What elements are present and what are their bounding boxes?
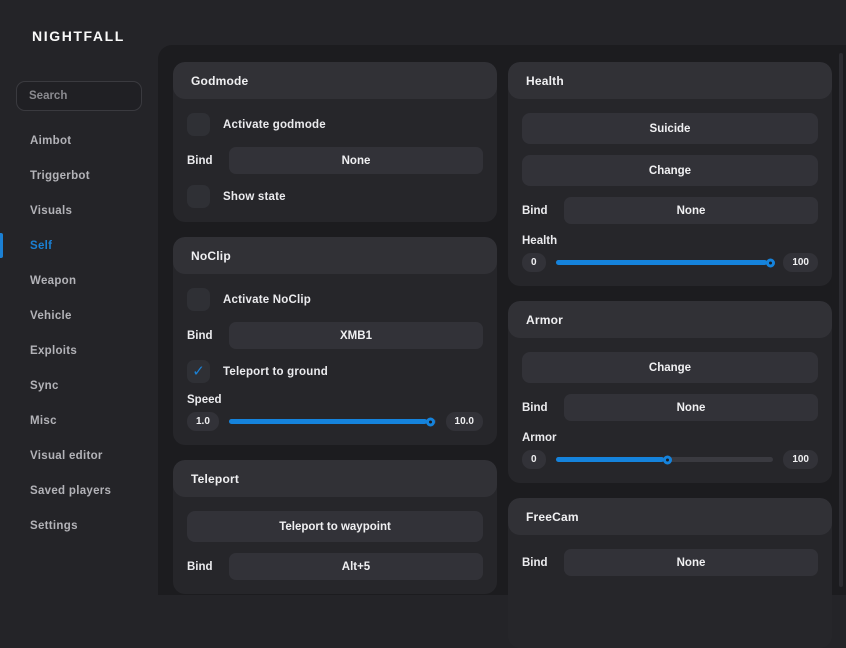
teleport-to-ground-checkbox[interactable]: ✓ [187, 360, 210, 383]
suicide-button[interactable]: Suicide [522, 113, 818, 144]
godmode-bind-button[interactable]: None [229, 147, 483, 174]
check-icon: ✓ [192, 364, 205, 379]
health-card: Health Suicide Change Bind None Health 0 [508, 62, 832, 286]
slider-max-value: 100 [783, 450, 818, 469]
bind-label: Bind [187, 330, 217, 342]
slider-min-value: 0 [522, 253, 546, 272]
teleport-bind-button[interactable]: Alt+5 [229, 553, 483, 580]
armor-slider-label: Armor [522, 432, 818, 444]
activate-godmode-checkbox-row[interactable]: ✓ Activate godmode [187, 113, 483, 136]
teleport-to-ground-checkbox-row[interactable]: ✓ Teleport to ground [187, 360, 483, 383]
freecam-bind-button[interactable]: None [564, 549, 818, 576]
slider-min-value: 0 [522, 450, 546, 469]
sidebar-item-exploits[interactable]: Exploits [0, 333, 158, 368]
slider-handle[interactable] [766, 258, 775, 267]
noclip-card-title: NoClip [173, 237, 497, 274]
freecam-card: FreeCam Bind None [508, 498, 832, 648]
sidebar-item-visuals[interactable]: Visuals [0, 193, 158, 228]
teleport-card: Teleport Teleport to waypoint Bind Alt+5 [173, 460, 497, 594]
activate-godmode-checkbox[interactable]: ✓ [187, 113, 210, 136]
speed-slider-track[interactable] [229, 419, 436, 424]
speed-slider-label: Speed [187, 394, 483, 406]
armor-slider[interactable]: 0 100 [522, 450, 818, 469]
armor-card: Armor Change Bind None Armor 0 [508, 301, 832, 483]
health-change-button[interactable]: Change [522, 155, 818, 186]
sidebar: NIGHTFALL Aimbot Triggerbot Visuals Self… [0, 0, 158, 595]
armor-bind-button[interactable]: None [564, 394, 818, 421]
godmode-card-title: Godmode [173, 62, 497, 99]
teleport-card-title: Teleport [173, 460, 497, 497]
slider-max-value: 100 [783, 253, 818, 272]
bind-label: Bind [522, 205, 552, 217]
checkbox-label: Teleport to ground [223, 366, 328, 378]
main-panel: Godmode ✓ Activate godmode Bind None ✓ S… [158, 45, 846, 595]
sidebar-item-settings[interactable]: Settings [0, 508, 158, 543]
checkbox-label: Activate NoClip [223, 294, 311, 306]
noclip-card: NoClip ✓ Activate NoClip Bind XMB1 ✓ Tel… [173, 237, 497, 445]
slider-handle[interactable] [663, 455, 672, 464]
health-slider-track[interactable] [556, 260, 774, 265]
search-box [16, 81, 142, 111]
show-state-checkbox[interactable]: ✓ [187, 185, 210, 208]
bind-label: Bind [522, 402, 552, 414]
search-input[interactable] [16, 81, 142, 111]
armor-slider-track[interactable] [556, 457, 774, 462]
speed-slider[interactable]: 1.0 10.0 [187, 412, 483, 431]
sidebar-item-aimbot[interactable]: Aimbot [0, 123, 158, 158]
slider-min-value: 1.0 [187, 412, 219, 431]
bind-label: Bind [522, 557, 552, 569]
sidebar-item-visual-editor[interactable]: Visual editor [0, 438, 158, 473]
health-bind-button[interactable]: None [564, 197, 818, 224]
health-card-title: Health [508, 62, 832, 99]
sidebar-item-weapon[interactable]: Weapon [0, 263, 158, 298]
right-column: Health Suicide Change Bind None Health 0 [508, 62, 832, 648]
health-slider[interactable]: 0 100 [522, 253, 818, 272]
bind-label: Bind [187, 561, 217, 573]
activate-noclip-checkbox[interactable]: ✓ [187, 288, 210, 311]
sidebar-item-saved-players[interactable]: Saved players [0, 473, 158, 508]
activate-noclip-checkbox-row[interactable]: ✓ Activate NoClip [187, 288, 483, 311]
show-state-checkbox-row[interactable]: ✓ Show state [187, 185, 483, 208]
sidebar-nav: Aimbot Triggerbot Visuals Self Weapon Ve… [0, 123, 158, 543]
health-slider-label: Health [522, 235, 818, 247]
sidebar-item-vehicle[interactable]: Vehicle [0, 298, 158, 333]
sidebar-item-self[interactable]: Self [0, 228, 158, 263]
sidebar-item-sync[interactable]: Sync [0, 368, 158, 403]
freecam-card-title: FreeCam [508, 498, 832, 535]
godmode-card: Godmode ✓ Activate godmode Bind None ✓ S… [173, 62, 497, 222]
bind-label: Bind [187, 155, 217, 167]
left-column: Godmode ✓ Activate godmode Bind None ✓ S… [173, 62, 497, 648]
slider-max-value: 10.0 [446, 412, 483, 431]
app-title: NIGHTFALL [0, 0, 158, 44]
armor-card-title: Armor [508, 301, 832, 338]
sidebar-item-triggerbot[interactable]: Triggerbot [0, 158, 158, 193]
sidebar-item-misc[interactable]: Misc [0, 403, 158, 438]
teleport-to-waypoint-button[interactable]: Teleport to waypoint [187, 511, 483, 542]
scrollbar[interactable] [839, 53, 843, 587]
noclip-bind-button[interactable]: XMB1 [229, 322, 483, 349]
checkbox-label: Activate godmode [223, 119, 326, 131]
slider-handle[interactable] [426, 417, 435, 426]
checkbox-label: Show state [223, 191, 286, 203]
armor-change-button[interactable]: Change [522, 352, 818, 383]
